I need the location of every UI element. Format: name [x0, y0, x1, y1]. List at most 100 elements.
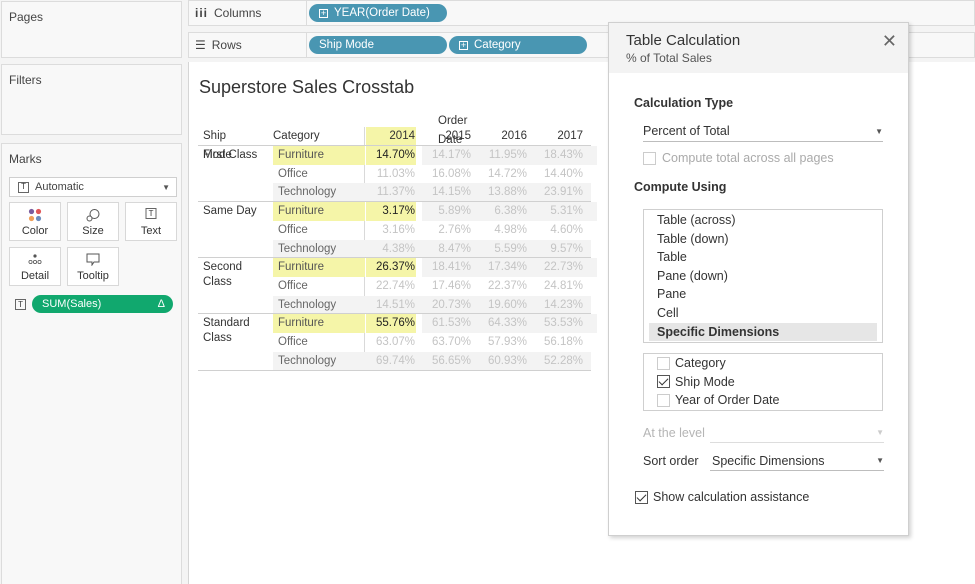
text-button[interactable]: T Text [125, 202, 177, 241]
dimension-checkbox[interactable]: Year of Order Date [644, 391, 882, 410]
value-cell[interactable]: 24.81% [528, 277, 583, 296]
compute-using-option[interactable]: Table [644, 248, 882, 267]
shelf-divider [306, 33, 307, 57]
value-cell[interactable]: 5.31% [528, 202, 583, 221]
value-cell[interactable]: 56.65% [416, 352, 471, 371]
at-the-level-select[interactable]: ▼ [710, 423, 884, 443]
value-cell[interactable]: 14.15% [416, 183, 471, 202]
value-cell[interactable]: 53.53% [528, 314, 583, 333]
value-cell[interactable]: 69.74% [360, 352, 415, 371]
size-button[interactable]: Size [67, 202, 119, 241]
value-cell[interactable]: 9.57% [528, 240, 583, 259]
filters-title: Filters [9, 73, 42, 87]
chevron-down-icon: ▼ [876, 456, 884, 465]
text-label: Text [140, 225, 162, 237]
value-cell[interactable]: 22.74% [360, 277, 415, 296]
value-cell[interactable]: 22.73% [528, 258, 583, 277]
dimension-checkbox[interactable]: Category [644, 354, 882, 373]
category-pill-label: Category [474, 39, 521, 51]
year-header-2015[interactable]: 2015 [416, 127, 471, 146]
category-cell: Technology [278, 354, 337, 367]
value-cell[interactable]: 18.41% [416, 258, 471, 277]
value-cell[interactable]: 3.17% [360, 202, 415, 221]
value-cell[interactable]: 63.07% [360, 333, 415, 352]
year-order-date-pill[interactable]: + YEAR(Order Date) [309, 4, 447, 22]
value-cell[interactable]: 63.70% [416, 333, 471, 352]
value-cell[interactable]: 14.17% [416, 146, 471, 165]
value-cell[interactable]: 60.93% [472, 352, 527, 371]
value-cell[interactable]: 52.28% [528, 352, 583, 371]
value-cell[interactable]: 14.51% [360, 296, 415, 315]
value-cell[interactable]: 14.40% [528, 165, 583, 184]
value-cell[interactable]: 57.93% [472, 333, 527, 352]
compute-using-option[interactable]: Table (down) [644, 230, 882, 249]
year-header-2014[interactable]: 2014 [360, 127, 415, 146]
ship-mode-pill[interactable]: Ship Mode [309, 36, 447, 54]
show-calculation-assistance-label: Show calculation assistance [653, 490, 810, 504]
sort-order-select[interactable]: Specific Dimensions ▼ [710, 451, 884, 471]
compute-all-pages-checkbox[interactable]: Compute total across all pages [643, 151, 834, 165]
mark-type-dropdown[interactable]: T Automatic ▼ [9, 177, 177, 197]
value-cell[interactable]: 23.91% [528, 183, 583, 202]
value-cell[interactable]: 16.08% [416, 165, 471, 184]
year-order-date-label: YEAR(Order Date) [334, 7, 430, 19]
columns-shelf-label: iii Columns [195, 6, 261, 20]
compute-using-option[interactable]: Table (across) [644, 211, 882, 230]
value-cell[interactable]: 8.47% [416, 240, 471, 259]
compute-using-list[interactable]: Table (across) Table (down) Table Pane (dow… [643, 209, 883, 343]
expand-icon: + [459, 39, 468, 50]
value-cell[interactable]: 5.89% [416, 202, 471, 221]
value-cell[interactable]: 4.98% [472, 221, 527, 240]
pages-shelf[interactable]: Pages [1, 1, 182, 58]
value-cell[interactable]: 4.60% [528, 221, 583, 240]
value-cell[interactable]: 5.59% [472, 240, 527, 259]
compute-using-option[interactable]: Pane [644, 285, 882, 304]
checkbox-checked-icon [635, 490, 648, 504]
year-header-2016[interactable]: 2016 [472, 127, 527, 146]
compute-using-option[interactable]: Specific Dimensions [649, 322, 877, 342]
rows-shelf-label: ☰ Rows [195, 38, 242, 52]
compute-using-option[interactable]: Pane (down) [644, 267, 882, 286]
chevron-down-icon: ▼ [876, 428, 884, 437]
value-cell[interactable]: 17.34% [472, 258, 527, 277]
calculation-type-select[interactable]: Percent of Total ▼ [643, 121, 883, 142]
value-cell[interactable]: 64.33% [472, 314, 527, 333]
value-cell[interactable]: 22.37% [472, 277, 527, 296]
compute-using-option[interactable]: Cell [644, 304, 882, 323]
color-button[interactable]: Color [9, 202, 61, 241]
year-header-2017[interactable]: 2017 [528, 127, 583, 146]
value-cell[interactable]: 6.38% [472, 202, 527, 221]
value-cell[interactable]: 17.46% [416, 277, 471, 296]
category-pill[interactable]: + Category [449, 36, 587, 54]
value-cell[interactable]: 14.72% [472, 165, 527, 184]
tooltip-button[interactable]: Tooltip [67, 247, 119, 286]
ship-mode-cell: Standard Class [203, 317, 250, 345]
value-cell[interactable]: 11.03% [360, 165, 415, 184]
close-icon[interactable]: ✕ [882, 31, 897, 52]
filters-shelf[interactable]: Filters [1, 64, 182, 135]
value-cell[interactable]: 11.95% [472, 146, 527, 165]
marks-title: Marks [9, 152, 42, 166]
value-cell[interactable]: 11.37% [360, 183, 415, 202]
sum-sales-pill[interactable]: SUM(Sales) Δ [32, 295, 173, 313]
value-cell[interactable]: 3.16% [360, 221, 415, 240]
compute-using-heading: Compute Using [634, 180, 727, 194]
detail-button[interactable]: Detail [9, 247, 61, 286]
value-cell[interactable]: 4.38% [360, 240, 415, 259]
category-cell: Technology [278, 242, 337, 255]
value-cell[interactable]: 19.60% [472, 296, 527, 315]
value-cell[interactable]: 2.76% [416, 221, 471, 240]
value-cell[interactable]: 14.23% [528, 296, 583, 315]
value-cell[interactable]: 61.53% [416, 314, 471, 333]
value-cell[interactable]: 26.37% [360, 258, 415, 277]
value-cell[interactable]: 13.88% [472, 183, 527, 202]
value-cell[interactable]: 20.73% [416, 296, 471, 315]
value-cell[interactable]: 14.70% [360, 146, 415, 165]
columns-icon: iii [195, 6, 209, 20]
value-cell[interactable]: 56.18% [528, 333, 583, 352]
show-calculation-assistance-checkbox[interactable]: Show calculation assistance [635, 490, 809, 504]
dimension-checkbox[interactable]: Ship Mode [644, 373, 882, 392]
value-cell[interactable]: 55.76% [360, 314, 415, 333]
table-calc-delta-icon: Δ [157, 298, 165, 310]
value-cell[interactable]: 18.43% [528, 146, 583, 165]
